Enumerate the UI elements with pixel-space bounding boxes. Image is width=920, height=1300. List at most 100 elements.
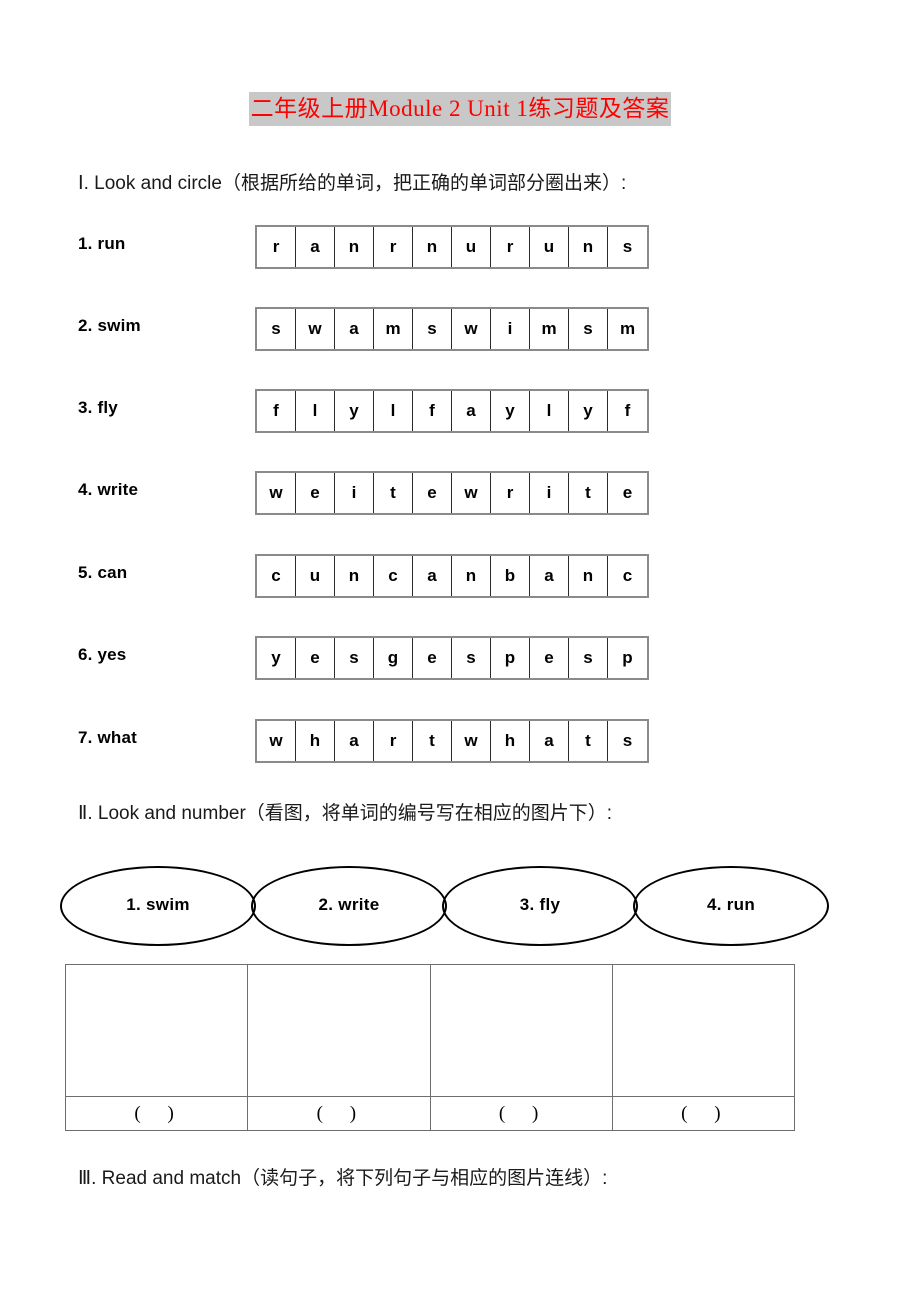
letter-cell[interactable]: n — [413, 227, 452, 267]
word-ellipse[interactable]: 2. write — [251, 866, 447, 946]
picture-cell[interactable] — [64, 964, 249, 1097]
letter-cell[interactable]: a — [335, 309, 374, 349]
answer-blank-cell[interactable]: ( ) — [247, 1096, 431, 1131]
row-label: 1. run — [78, 234, 126, 253]
letter-cell[interactable]: r — [374, 721, 413, 761]
letter-cell[interactable]: c — [374, 556, 413, 596]
letter-grid: c u n c a n b a n c — [255, 554, 649, 598]
letter-cell[interactable]: y — [491, 391, 530, 431]
letter-cell[interactable]: n — [335, 556, 374, 596]
answer-blank-cell[interactable]: ( ) — [429, 1096, 613, 1131]
letter-cell[interactable]: w — [296, 309, 335, 349]
letter-cell[interactable]: y — [335, 391, 374, 431]
letter-grid: y e s g e s p e s p — [255, 636, 649, 680]
letter-cell[interactable]: r — [374, 227, 413, 267]
letter-cell[interactable]: s — [608, 721, 647, 761]
letter-cell[interactable]: s — [413, 309, 452, 349]
word-ellipse[interactable]: 1. swim — [60, 866, 256, 946]
letter-grid: s w a m s w i m s m — [255, 307, 649, 351]
letter-cell[interactable]: f — [608, 391, 647, 431]
row-label: 5. can — [78, 563, 128, 582]
letter-cell[interactable]: r — [257, 227, 296, 267]
letter-cell[interactable]: m — [608, 309, 647, 349]
letter-cell[interactable]: m — [530, 309, 569, 349]
letter-cell[interactable]: t — [569, 721, 608, 761]
letter-cell[interactable]: e — [608, 473, 647, 513]
letter-cell[interactable]: c — [608, 556, 647, 596]
letter-cell[interactable]: a — [413, 556, 452, 596]
letter-cell[interactable]: m — [374, 309, 413, 349]
letter-cell[interactable]: a — [335, 721, 374, 761]
letter-cell[interactable]: s — [608, 227, 647, 267]
letter-cell[interactable]: f — [413, 391, 452, 431]
letter-cell[interactable]: c — [257, 556, 296, 596]
letter-grid: w h a r t w h a t s — [255, 719, 649, 763]
letter-cell[interactable]: e — [296, 473, 335, 513]
letter-cell[interactable]: b — [491, 556, 530, 596]
letter-cell[interactable]: e — [413, 473, 452, 513]
word-ellipse-label: 3. fly — [519, 895, 561, 914]
letter-cell[interactable]: w — [257, 473, 296, 513]
letter-cell[interactable]: t — [569, 473, 608, 513]
letter-cell[interactable]: n — [452, 556, 491, 596]
letter-cell[interactable]: e — [296, 638, 335, 678]
title-container: 二年级上册Module 2 Unit 1练习题及答案 — [0, 92, 920, 127]
letter-row: 3. fly f l y l f a y l y f — [0, 389, 920, 433]
letter-cell[interactable]: i — [491, 309, 530, 349]
row-label: 6. yes — [78, 645, 127, 664]
letter-cell[interactable]: a — [452, 391, 491, 431]
letter-cell[interactable]: p — [608, 638, 647, 678]
letter-cell[interactable]: u — [296, 556, 335, 596]
letter-grid: r a n r n u r u n s — [255, 225, 649, 269]
letter-cell[interactable]: n — [335, 227, 374, 267]
word-ellipse-label: 2. write — [318, 895, 380, 914]
letter-cell[interactable]: l — [374, 391, 413, 431]
answer-blank-cell[interactable]: ( ) — [64, 1096, 249, 1131]
page-title: 二年级上册Module 2 Unit 1练习题及答案 — [248, 92, 672, 127]
letter-cell[interactable]: a — [296, 227, 335, 267]
letter-cell[interactable]: n — [569, 227, 608, 267]
letter-cell[interactable]: a — [530, 556, 569, 596]
letter-cell[interactable]: e — [530, 638, 569, 678]
letter-cell[interactable]: t — [374, 473, 413, 513]
letter-cell[interactable]: h — [296, 721, 335, 761]
word-ellipse[interactable]: 3. fly — [442, 866, 638, 946]
letter-cell[interactable]: s — [569, 309, 608, 349]
letter-cell[interactable]: w — [452, 309, 491, 349]
letter-cell[interactable]: p — [491, 638, 530, 678]
word-ellipse-label: 1. swim — [126, 895, 190, 914]
letter-cell[interactable]: s — [335, 638, 374, 678]
letter-cell[interactable]: s — [257, 309, 296, 349]
letter-cell[interactable]: y — [257, 638, 296, 678]
row-label: 4. write — [78, 480, 139, 499]
letter-cell[interactable]: w — [452, 473, 491, 513]
letter-cell[interactable]: f — [257, 391, 296, 431]
picture-cell[interactable] — [247, 964, 431, 1097]
letter-cell[interactable]: t — [413, 721, 452, 761]
answer-row: ( ) ( ) ( ) ( ) — [64, 1096, 796, 1131]
letter-cell[interactable]: e — [413, 638, 452, 678]
section-heading-2: Ⅱ. Look and number（看图，将单词的编号写在相应的图片下）: — [78, 803, 613, 824]
letter-cell[interactable]: r — [491, 473, 530, 513]
letter-cell[interactable]: i — [530, 473, 569, 513]
letter-cell[interactable]: l — [530, 391, 569, 431]
picture-cell[interactable] — [611, 964, 796, 1097]
letter-cell[interactable]: s — [569, 638, 608, 678]
letter-cell[interactable]: a — [530, 721, 569, 761]
letter-cell[interactable]: g — [374, 638, 413, 678]
section-heading-3: Ⅲ. Read and match（读句子，将下列句子与相应的图片连线）: — [78, 1168, 608, 1189]
word-ellipse[interactable]: 4. run — [633, 866, 829, 946]
letter-cell[interactable]: l — [296, 391, 335, 431]
letter-cell[interactable]: r — [491, 227, 530, 267]
answer-blank-cell[interactable]: ( ) — [611, 1096, 796, 1131]
letter-cell[interactable]: u — [530, 227, 569, 267]
letter-cell[interactable]: h — [491, 721, 530, 761]
letter-cell[interactable]: u — [452, 227, 491, 267]
letter-cell[interactable]: w — [257, 721, 296, 761]
letter-cell[interactable]: n — [569, 556, 608, 596]
letter-cell[interactable]: s — [452, 638, 491, 678]
picture-cell[interactable] — [429, 964, 613, 1097]
letter-cell[interactable]: y — [569, 391, 608, 431]
letter-cell[interactable]: i — [335, 473, 374, 513]
letter-cell[interactable]: w — [452, 721, 491, 761]
